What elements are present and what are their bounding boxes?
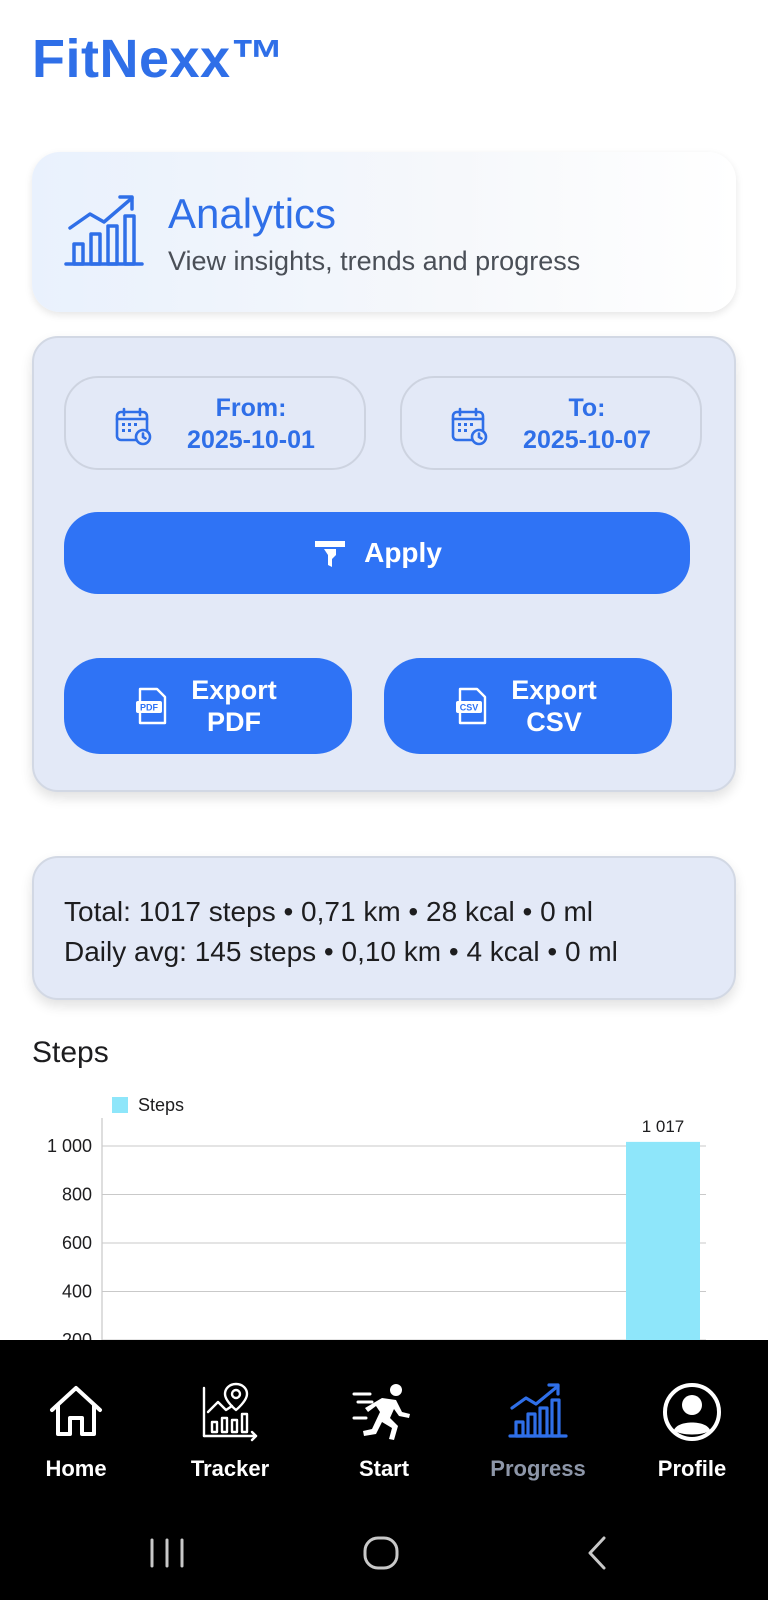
csv-file-icon: CSV xyxy=(456,687,487,725)
nav-progress-label: Progress xyxy=(490,1456,586,1481)
calendar-clock-icon xyxy=(451,407,488,446)
to-label: To: xyxy=(568,394,606,422)
nav-profile[interactable]: Profile xyxy=(622,1380,762,1490)
totals-card: Total: 1017 steps • 0,71 km • 28 kcal • … xyxy=(32,856,736,1000)
tracker-map-chart-icon xyxy=(202,1382,258,1442)
filters-card: From: 2025-10-01 To: 2025-10-07 Apply PD… xyxy=(32,336,736,792)
from-date-button[interactable]: From: 2025-10-01 xyxy=(64,376,366,470)
calendar-clock-icon xyxy=(115,407,152,446)
export-pdf-line1: Export xyxy=(191,675,277,705)
analytics-chart-icon xyxy=(64,195,144,266)
system-navigation-bar xyxy=(0,1500,768,1600)
total-summary: Total: 1017 steps • 0,71 km • 28 kcal • … xyxy=(64,896,593,927)
export-csv-line2: CSV xyxy=(526,707,582,737)
y-tick-label: 400 xyxy=(62,1282,92,1302)
export-pdf-line2: PDF xyxy=(207,707,261,737)
pdf-file-icon: PDF xyxy=(136,687,167,725)
profile-avatar-icon xyxy=(663,1383,721,1441)
home-circle-icon[interactable] xyxy=(356,1528,406,1578)
nav-home-label: Home xyxy=(45,1456,107,1481)
page-subtitle: View insights, trends and progress xyxy=(168,246,581,276)
to-date-value: 2025-10-07 xyxy=(523,426,651,454)
export-pdf-button[interactable]: PDF Export PDF xyxy=(64,658,352,754)
legend-swatch xyxy=(112,1097,128,1113)
home-icon xyxy=(50,1386,102,1436)
nav-start[interactable]: Start xyxy=(314,1380,454,1490)
y-tick-label: 600 xyxy=(62,1233,92,1253)
nav-tracker-label: Tracker xyxy=(190,1456,270,1481)
y-tick-label: 800 xyxy=(62,1185,92,1205)
running-person-icon xyxy=(352,1384,410,1440)
steps-bar-chart: Steps 1 000 800 600 400 200 1 017 xyxy=(47,1095,706,1340)
apply-button[interactable]: Apply xyxy=(64,512,690,594)
page-title: Analytics xyxy=(168,190,337,237)
progress-chart-icon xyxy=(508,1383,568,1438)
app-title: FitNexx™ xyxy=(32,29,286,89)
analytics-header-card: Analytics View insights, trends and prog… xyxy=(32,152,736,312)
bar-steps xyxy=(626,1141,700,1340)
steps-section-title: Steps xyxy=(32,1036,109,1069)
bar-data-label: 1 017 xyxy=(642,1117,685,1136)
export-csv-line1: Export xyxy=(511,675,597,705)
export-csv-button[interactable]: CSV Export CSV xyxy=(384,658,672,754)
nav-progress[interactable]: Progress xyxy=(468,1380,608,1490)
y-tick-label: 200 xyxy=(62,1330,92,1340)
filter-icon xyxy=(315,541,346,567)
recents-icon[interactable] xyxy=(142,1528,192,1578)
from-date-value: 2025-10-01 xyxy=(187,426,315,454)
daily-average-summary: Daily avg: 145 steps • 0,10 km • 4 kcal … xyxy=(64,936,618,967)
svg-text:CSV: CSV xyxy=(460,703,479,713)
to-date-button[interactable]: To: 2025-10-07 xyxy=(400,376,702,470)
svg-text:PDF: PDF xyxy=(140,703,159,713)
from-label: From: xyxy=(215,394,287,422)
nav-profile-label: Profile xyxy=(657,1456,727,1481)
nav-start-label: Start xyxy=(358,1456,410,1481)
nav-home[interactable]: Home xyxy=(6,1380,146,1490)
nav-tracker[interactable]: Tracker xyxy=(160,1380,300,1490)
y-tick-label: 1 000 xyxy=(47,1136,92,1156)
apply-label: Apply xyxy=(364,537,442,568)
back-chevron-icon[interactable] xyxy=(572,1528,622,1578)
legend-label: Steps xyxy=(138,1095,184,1115)
